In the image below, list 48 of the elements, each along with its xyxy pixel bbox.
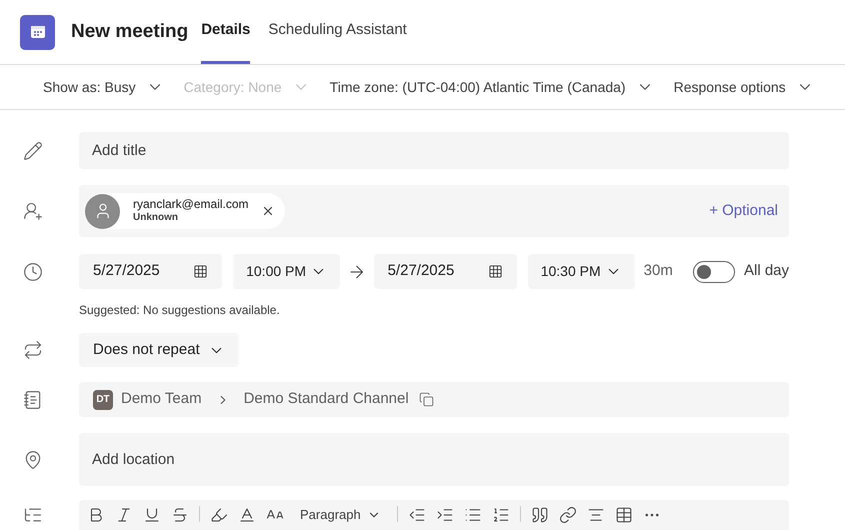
copy-icon[interactable]	[418, 392, 434, 407]
option-dropdown[interactable]: Show as: Busy	[43, 76, 164, 98]
repeat-dropdown[interactable]: Does not repeat	[79, 333, 239, 367]
option-dropdown[interactable]: Response options	[674, 76, 814, 98]
numbered-list-icon[interactable]	[492, 506, 510, 524]
option-dropdown[interactable]: Time zone: (UTC-04:00) Atlantic Time (Canada)	[330, 76, 654, 98]
calendar-icon	[193, 264, 208, 279]
location-field[interactable]: Add location	[79, 433, 789, 486]
underline-icon[interactable]	[143, 506, 161, 524]
highlighter-icon[interactable]	[210, 506, 228, 524]
optional-attendee-link[interactable]: + Optional	[709, 200, 778, 222]
table-icon[interactable]	[614, 506, 633, 524]
strikethrough-icon[interactable]	[171, 506, 189, 524]
channel-field[interactable]: DT Demo Team Demo Standard Channel	[79, 382, 789, 417]
clock-icon	[22, 262, 42, 282]
tab[interactable]: Details	[201, 0, 250, 64]
window-title: New meeting	[71, 20, 188, 44]
link-icon[interactable]	[558, 506, 577, 524]
bullet-list-icon[interactable]	[464, 506, 482, 524]
attendee-chip[interactable]: ryanclark@email.com Unknown	[85, 193, 285, 229]
paragraph-dropdown[interactable]: Paragraph	[294, 506, 387, 524]
title-field[interactable]: Add title	[79, 132, 789, 169]
team-name: Demo Team	[121, 389, 202, 410]
start-date-field[interactable]: 5/27/2025	[79, 254, 222, 289]
pencil-icon	[22, 140, 42, 160]
calendar-app-icon	[20, 14, 55, 50]
indent-icon[interactable]	[436, 506, 454, 524]
repeat-icon	[22, 340, 42, 360]
end-time-dropdown[interactable]: 10:30 PM	[528, 254, 635, 289]
duration: 30m	[644, 261, 673, 282]
end-date-field[interactable]: 5/27/2025	[374, 254, 517, 289]
add-person-icon	[22, 201, 42, 221]
font-color-icon[interactable]	[238, 506, 256, 524]
align-icon[interactable]	[586, 506, 605, 524]
channel-name: Demo Standard Channel	[244, 389, 409, 410]
attendee-email: ryanclark@email.com	[133, 197, 249, 211]
attendee-status: Unknown	[133, 211, 179, 225]
team-avatar: DT	[93, 390, 113, 410]
avatar	[85, 194, 120, 228]
calendar-icon	[488, 264, 503, 279]
start-time-dropdown[interactable]: 10:00 PM	[233, 254, 340, 289]
outdent-icon[interactable]	[408, 506, 426, 524]
all-day-toggle[interactable]	[692, 260, 735, 282]
all-day-label: All day	[744, 261, 790, 282]
attendees-field[interactable]: ryanclark@email.com Unknown + Optional	[79, 185, 789, 237]
quote-icon[interactable]	[530, 506, 549, 524]
tab[interactable]: Scheduling Assistant	[268, 0, 407, 64]
suggestion-text: Suggested: No suggestions available.	[79, 302, 281, 319]
